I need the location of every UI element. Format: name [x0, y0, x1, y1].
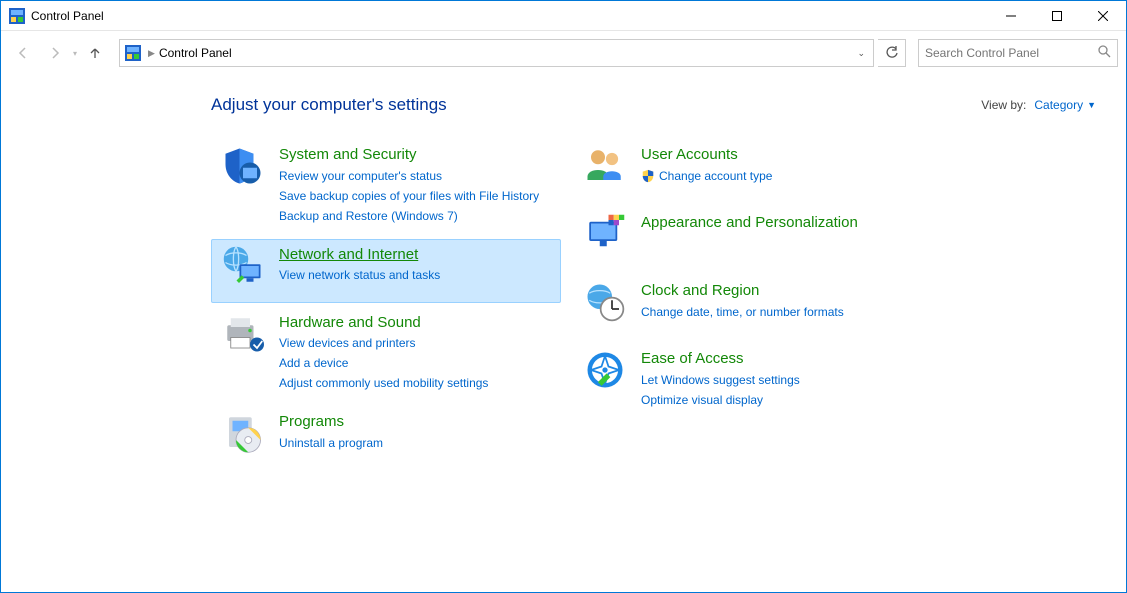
task-link[interactable]: Add a device	[279, 354, 488, 372]
task-link[interactable]: Let Windows suggest settings	[641, 371, 800, 389]
uac-shield-icon	[641, 169, 655, 183]
category-title[interactable]: Programs	[279, 412, 383, 432]
task-link[interactable]: Optimize visual display	[641, 391, 800, 409]
content-area: Adjust your computer's settings View by:…	[1, 75, 1126, 592]
refresh-button[interactable]	[878, 39, 906, 67]
search-box[interactable]	[918, 39, 1118, 67]
address-dropdown-icon[interactable]: ⌄	[851, 48, 871, 59]
category-title[interactable]: Network and Internet	[279, 245, 440, 265]
search-icon[interactable]	[1097, 44, 1111, 63]
task-link[interactable]: View devices and printers	[279, 334, 488, 352]
breadcrumb[interactable]: Control Panel	[159, 46, 852, 60]
control-panel-icon	[9, 8, 25, 24]
task-link[interactable]: Save backup copies of your files with Fi…	[279, 187, 539, 205]
accessibility-icon	[581, 349, 629, 397]
monitor-swatches-icon	[581, 213, 629, 261]
viewby-value: Category	[1034, 98, 1083, 112]
viewby-label: View by:	[981, 98, 1026, 112]
window-title: Control Panel	[31, 9, 988, 23]
task-link[interactable]: Change account type	[641, 167, 772, 185]
up-button[interactable]	[81, 39, 109, 67]
minimize-button[interactable]	[988, 1, 1034, 30]
maximize-button[interactable]	[1034, 1, 1080, 30]
globe-monitor-icon	[219, 245, 267, 293]
category-title[interactable]: Appearance and Personalization	[641, 213, 858, 233]
breadcrumb-separator-icon[interactable]: ▶	[144, 48, 159, 59]
category-hardware-sound[interactable]: Hardware and Sound View devices and prin…	[211, 307, 561, 403]
page-heading: Adjust your computer's settings	[211, 95, 981, 115]
task-link[interactable]: Review your computer's status	[279, 167, 539, 185]
disc-box-icon	[219, 412, 267, 460]
recent-dropdown[interactable]: ▾	[73, 49, 77, 58]
shield-icon	[219, 145, 267, 193]
people-icon	[581, 145, 629, 193]
category-title[interactable]: Ease of Access	[641, 349, 800, 369]
category-user-accounts[interactable]: User Accounts Change account type	[573, 139, 923, 203]
task-link[interactable]: Adjust commonly used mobility settings	[279, 374, 488, 392]
category-appearance[interactable]: Appearance and Personalization	[573, 207, 923, 271]
search-input[interactable]	[925, 46, 1097, 60]
chevron-down-icon: ▼	[1087, 100, 1096, 110]
category-title[interactable]: System and Security	[279, 145, 539, 165]
category-title[interactable]: Hardware and Sound	[279, 313, 488, 333]
navigation-bar: ▾ ▶ Control Panel ⌄	[1, 35, 1126, 71]
viewby-dropdown[interactable]: Category ▼	[1034, 98, 1096, 112]
category-title[interactable]: Clock and Region	[641, 281, 844, 301]
category-clock-region[interactable]: Clock and Region Change date, time, or n…	[573, 275, 923, 339]
window-titlebar: Control Panel	[1, 1, 1126, 31]
category-ease-of-access[interactable]: Ease of Access Let Windows suggest setti…	[573, 343, 923, 419]
close-button[interactable]	[1080, 1, 1126, 30]
forward-button[interactable]	[41, 39, 69, 67]
printer-icon	[219, 313, 267, 361]
clock-globe-icon	[581, 281, 629, 329]
address-bar[interactable]: ▶ Control Panel ⌄	[119, 39, 874, 67]
category-system-security[interactable]: System and Security Review your computer…	[211, 139, 561, 235]
category-network-internet[interactable]: Network and Internet View network status…	[211, 239, 561, 303]
task-link[interactable]: Backup and Restore (Windows 7)	[279, 207, 539, 225]
task-link[interactable]: Change date, time, or number formats	[641, 303, 844, 321]
back-button[interactable]	[9, 39, 37, 67]
category-title[interactable]: User Accounts	[641, 145, 772, 165]
task-link[interactable]: View network status and tasks	[279, 266, 440, 284]
control-panel-icon	[122, 45, 144, 61]
category-programs[interactable]: Programs Uninstall a program	[211, 406, 561, 470]
task-link[interactable]: Uninstall a program	[279, 434, 383, 452]
